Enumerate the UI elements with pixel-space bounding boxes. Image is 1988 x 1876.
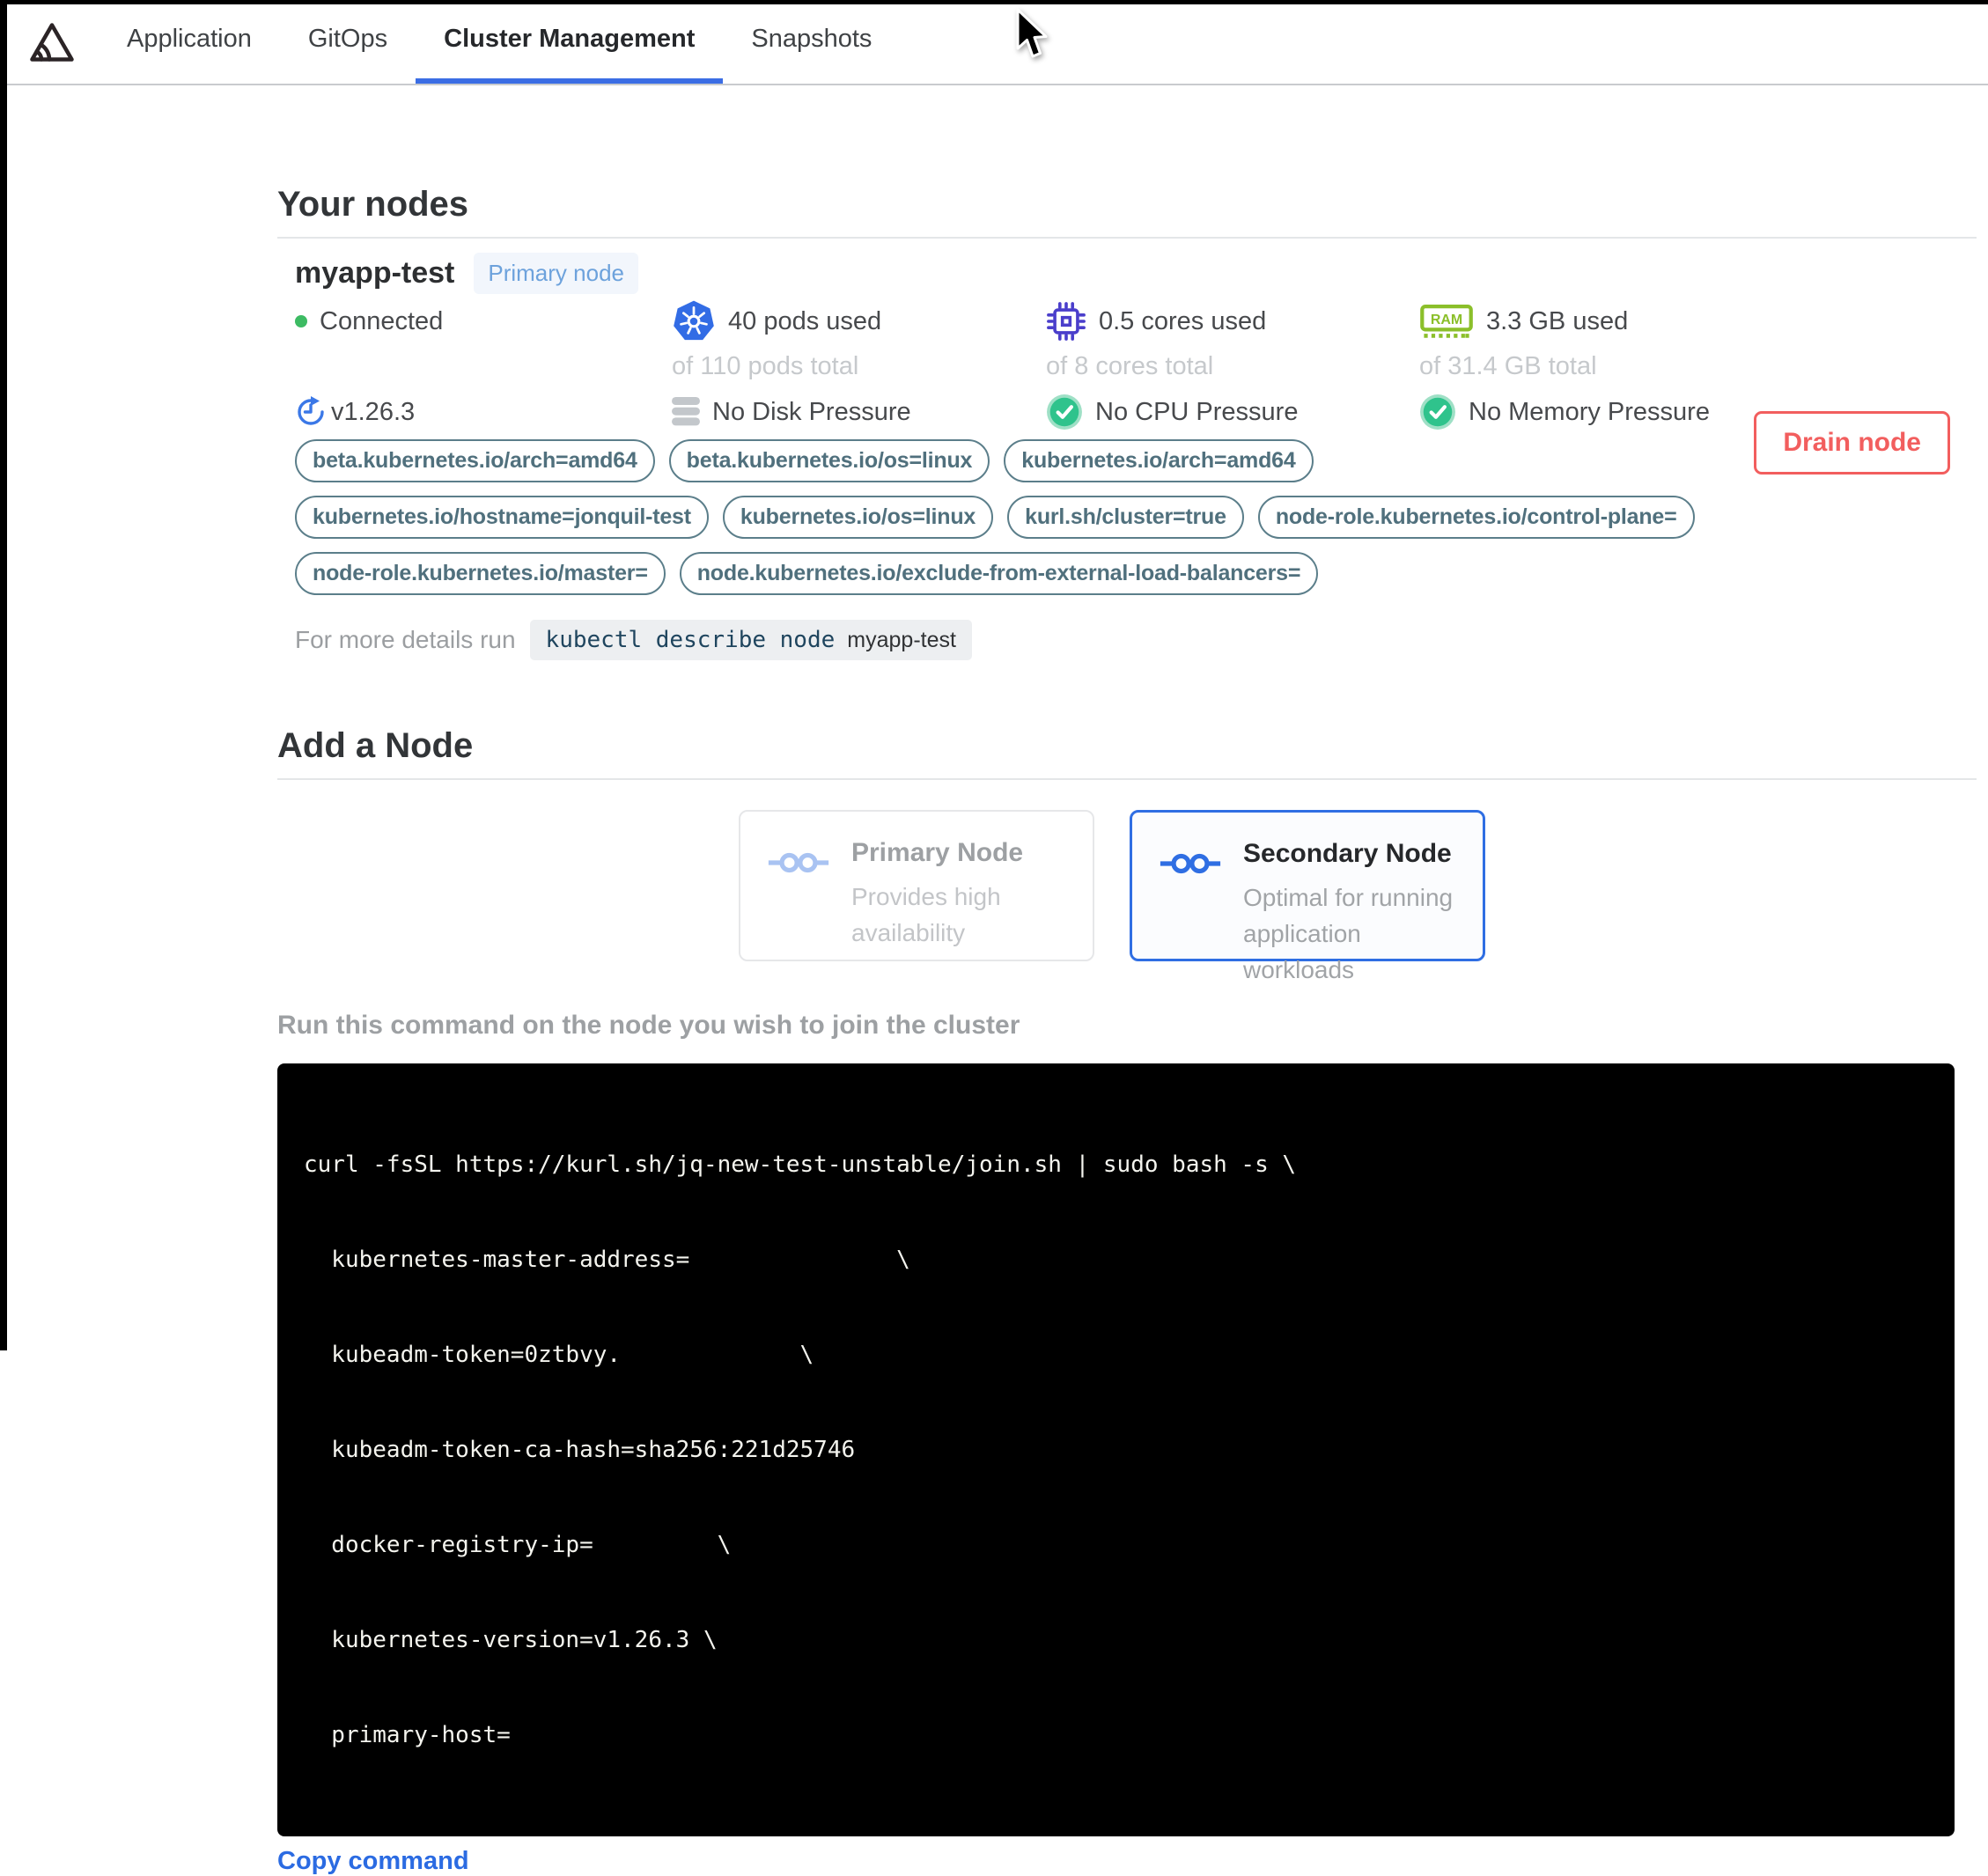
node-version-label: v1.26.3	[331, 397, 416, 426]
node-label-pill: node-role.kubernetes.io/control-plane=	[1257, 496, 1695, 539]
app-logo[interactable]	[28, 20, 76, 64]
tab-snapshots[interactable]: Snapshots	[723, 0, 900, 84]
memory-total-label: of 31.4 GB total	[1419, 352, 1597, 380]
your-nodes-title: Your nodes	[277, 185, 469, 224]
command-line: kubeadm-token-ca-hash=sha256:221d25746	[304, 1437, 856, 1463]
node-label-pill: kubernetes.io/arch=amd64	[1004, 439, 1314, 482]
cpu-total-label: of 8 cores total	[1046, 352, 1214, 380]
details-prefix: For more details run	[295, 626, 516, 653]
command-line: primary-host=	[304, 1722, 511, 1748]
mouse-cursor-icon	[1016, 8, 1048, 58]
pods-stat: 40 pods used of 110 pods total	[672, 299, 1046, 381]
command-line: kubernetes-master-address= \	[304, 1247, 910, 1273]
nav-tabs: Application GitOps Cluster Management Sn…	[99, 0, 900, 84]
drain-node-button[interactable]: Drain node	[1754, 411, 1950, 475]
node-label-pill: node.kubernetes.io/exclude-from-external…	[679, 552, 1319, 595]
version-update-icon	[298, 396, 324, 425]
ram-icon: RAM	[1420, 304, 1473, 338]
node-label-pill: node-role.kubernetes.io/master=	[295, 552, 666, 595]
window-top-edge	[0, 0, 1988, 4]
node-label-pill: beta.kubernetes.io/arch=amd64	[295, 439, 655, 482]
command-line: kubernetes-version=v1.26.3 \	[304, 1627, 718, 1653]
join-instruction: Run this command on the node you wish to…	[277, 1011, 1020, 1040]
primary-node-option[interactable]: Primary Node Provides high availability	[739, 810, 1094, 961]
tab-cluster-management[interactable]: Cluster Management	[416, 0, 724, 84]
node-details-line: For more details run kubectl describe no…	[295, 620, 1977, 660]
section-divider	[277, 778, 1977, 780]
disk-icon	[672, 397, 700, 426]
add-node-title: Add a Node	[277, 726, 474, 765]
node-name: myapp-test	[295, 256, 455, 290]
command-line: docker-registry-ip= \	[304, 1532, 732, 1558]
secondary-node-option[interactable]: Secondary Node Optimal for running appli…	[1130, 810, 1485, 983]
ram-icon-label: RAM	[1431, 313, 1462, 327]
tab-application[interactable]: Application	[99, 0, 280, 84]
check-circle-icon	[1420, 394, 1455, 430]
node-label-pill: kubernetes.io/os=linux	[722, 496, 994, 539]
check-circle-icon	[1047, 394, 1082, 430]
disk-pressure: No Disk Pressure	[672, 390, 1046, 434]
memory-used-label: 3.3 GB used	[1486, 306, 1629, 335]
secondary-node-option-title: Secondary Node	[1243, 839, 1452, 868]
cpu-used-label: 0.5 cores used	[1099, 306, 1267, 335]
cpu-chip-icon	[1047, 302, 1086, 341]
node-labels: beta.kubernetes.io/arch=amd64 beta.kuber…	[295, 439, 1704, 595]
cpu-pressure: No CPU Pressure	[1046, 390, 1419, 434]
main-content: Your nodes myapp-test Primary node Conne…	[277, 184, 1977, 1876]
cpu-stat: 0.5 cores used of 8 cores total	[1046, 299, 1419, 381]
primary-node-option-title: Primary Node	[851, 838, 1024, 867]
node-label-pill: kubernetes.io/hostname=jonquil-test	[295, 496, 709, 539]
node-status-label: Connected	[320, 306, 444, 335]
cpu-pressure-label: No CPU Pressure	[1095, 397, 1299, 426]
connected-dot-icon	[295, 315, 307, 327]
join-command-block: curl -fsSL https://kurl.sh/jq-new-test-u…	[277, 1063, 1955, 1836]
secondary-node-option-text: Secondary Node Optimal for running appli…	[1243, 839, 1472, 983]
node-card: myapp-test Primary node Connected 40 pod…	[277, 239, 1977, 660]
describe-node-command: kubectl describe node myapp-test	[529, 620, 972, 660]
describe-command-text: kubectl describe node	[545, 627, 836, 653]
primary-node-option-text: Primary Node Provides high availability	[851, 838, 1045, 960]
secondary-node-option-description: Optimal for running application workload…	[1243, 884, 1454, 983]
node-pressure-row: v1.26.3 No Disk Pressure No CPU Pressure…	[295, 390, 1977, 434]
tab-gitops[interactable]: GitOps	[280, 0, 416, 84]
command-line: curl -fsSL https://kurl.sh/jq-new-test-u…	[304, 1151, 1297, 1178]
nodes-icon	[1160, 853, 1221, 874]
node-stats-row: Connected 40 pods used of 110 pods total	[295, 299, 1977, 381]
node-name-row: myapp-test Primary node	[295, 253, 1977, 294]
copy-command-link[interactable]: Copy command	[277, 1847, 469, 1876]
nodes-icon	[768, 852, 829, 873]
pods-used-label: 40 pods used	[728, 306, 882, 335]
primary-node-badge: Primary node	[474, 253, 638, 294]
memory-stat: RAM 3.3 GB used of 31.4 GB total	[1419, 299, 1977, 381]
sentry-logo-icon	[30, 22, 74, 62]
command-line: kubeadm-token=0ztbvy. \	[304, 1342, 814, 1368]
disk-pressure-label: No Disk Pressure	[712, 397, 911, 426]
describe-command-node: myapp-test	[847, 628, 956, 652]
node-label-pill: kurl.sh/cluster=true	[1007, 496, 1244, 539]
node-label-pill: beta.kubernetes.io/os=linux	[668, 439, 990, 482]
node-version: v1.26.3	[295, 390, 672, 434]
node-status: Connected	[295, 299, 672, 343]
memory-pressure-label: No Memory Pressure	[1469, 397, 1710, 426]
kubernetes-icon	[674, 300, 714, 341]
pods-total-label: of 110 pods total	[672, 352, 859, 380]
primary-node-option-description: Provides high availability	[851, 883, 1001, 946]
node-type-options: Primary Node Provides high availability …	[739, 810, 1977, 983]
top-nav: Application GitOps Cluster Management Sn…	[0, 0, 1988, 85]
window-left-edge	[0, 0, 7, 1350]
